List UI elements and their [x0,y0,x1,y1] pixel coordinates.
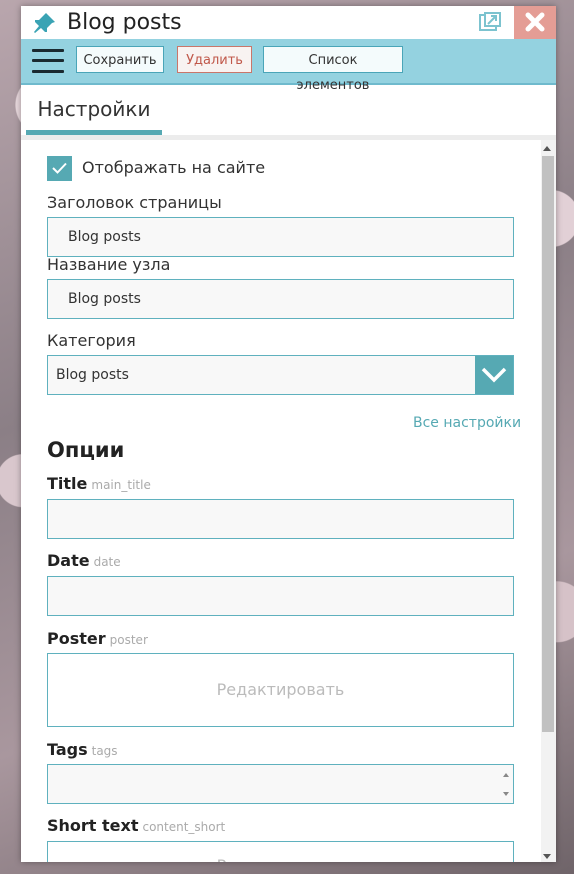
check-icon [52,162,67,174]
category-value: Blog posts [56,367,129,383]
category-label: Категория [47,331,136,350]
window-title: Blog posts [67,10,182,35]
options-heading: Опции [47,438,125,462]
menu-icon[interactable] [32,48,64,74]
tags-scroll-down-arrow[interactable] [503,792,509,796]
tags-field[interactable] [47,764,514,804]
scroll-up-arrow[interactable] [543,146,551,151]
short-text-edit-box[interactable]: Редактировать [47,841,514,862]
scroll-down-arrow[interactable] [543,854,551,859]
page-title-field[interactable]: Blog posts [47,217,514,257]
node-name-label: Название узла [47,255,171,274]
show-on-site-label: Отображать на сайте [82,158,266,177]
pin-icon[interactable] [32,12,56,34]
category-select[interactable]: Blog posts [47,355,514,395]
date-field-key: date [93,555,121,569]
title-bar: Blog posts [21,6,556,39]
node-name-field[interactable]: Blog posts [47,279,514,319]
all-settings-link[interactable]: Все настройки [413,415,521,431]
poster-field-key: poster [109,633,148,647]
title-field-key: main_title [91,478,151,492]
poster-field-label: Poster poster [47,629,148,648]
tags-field-label: Tags tags [47,740,118,759]
detach-icon[interactable] [479,12,501,32]
title-field-label: Title main_title [47,474,151,493]
toolbar: Сохранить Удалить Список элементов [21,39,556,93]
save-button[interactable]: Сохранить [76,46,164,73]
settings-panel: Отображать на сайте Заголовок страницы B… [21,140,556,862]
category-dropdown-button[interactable] [475,356,513,394]
editor-window: Blog posts Сохранить Удалить Список элем… [21,6,556,862]
show-on-site-checkbox[interactable] [47,156,72,181]
short-text-field-label: Short text content_short [47,816,226,835]
date-field-label: Date date [47,551,121,570]
poster-edit-box[interactable]: Редактировать [47,653,514,727]
tab-settings[interactable]: Настройки [26,85,162,135]
element-list-button[interactable]: Список элементов [263,46,403,93]
close-button[interactable] [514,6,556,39]
date-field[interactable] [47,576,514,616]
page-title-label: Заголовок страницы [47,193,222,212]
short-text-field-key: content_short [142,820,226,834]
tab-bar: Настройки [21,85,556,140]
chevron-down-icon [481,367,507,383]
tags-field-key: tags [91,744,118,758]
tags-scroll-up-arrow[interactable] [503,773,509,777]
title-field[interactable] [47,499,514,539]
scrollbar-thumb[interactable] [542,156,554,732]
delete-button[interactable]: Удалить [177,46,252,73]
close-icon [525,12,545,32]
